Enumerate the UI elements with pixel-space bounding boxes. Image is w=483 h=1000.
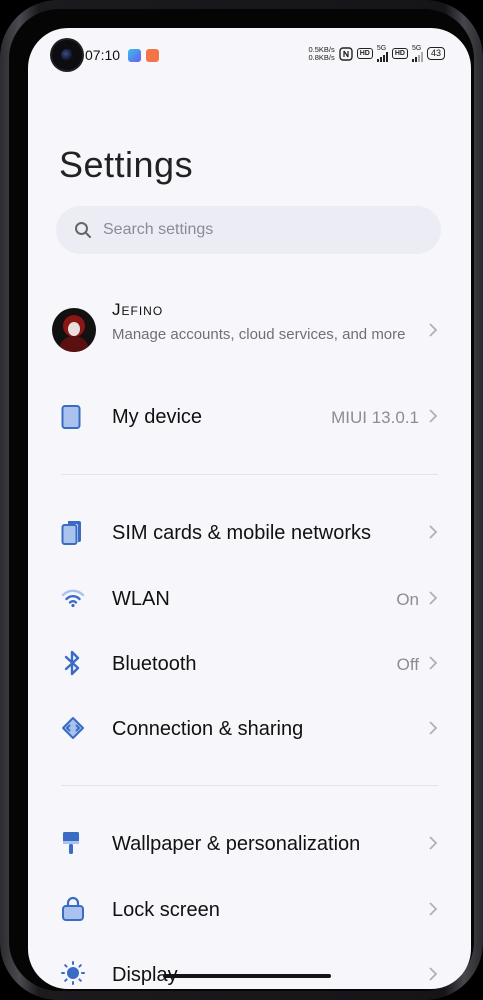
my-device-version: MIUI 13.0.1: [331, 408, 419, 427]
battery-icon: 43: [426, 47, 445, 60]
network-type: 5G: [376, 45, 387, 52]
account-name: Jefino: [112, 300, 164, 319]
network-type: 5G: [411, 45, 422, 52]
wlan-label: WLAN: [112, 588, 170, 610]
network-speed: 0.5KB/s 0.8KB/s: [308, 45, 335, 62]
search-bar[interactable]: Search settings: [56, 206, 441, 254]
settings-screen: 07:10 0.5KB/s 0.8KB/s HD 5G HD 5G 43 Set…: [28, 28, 471, 989]
account-description: Manage accounts, cloud services, and mor…: [112, 326, 406, 343]
page-title: Settings: [59, 144, 194, 185]
search-placeholder: Search settings: [103, 221, 214, 238]
bluetooth-row[interactable]: Bluetooth Off: [28, 641, 471, 685]
bluetooth-icon: [64, 650, 80, 676]
lock-icon: [62, 896, 84, 921]
wlan-status: On: [396, 590, 419, 609]
account-row[interactable]: Jefino Manage accounts, cloud services, …: [28, 290, 471, 368]
status-time: 07:10: [85, 47, 121, 63]
chevron-right-icon: [429, 525, 438, 539]
connection-icon: [62, 717, 84, 739]
wallpaper-row[interactable]: Wallpaper & personalization: [28, 821, 471, 865]
chevron-right-icon: [429, 591, 438, 605]
chevron-right-icon: [429, 656, 438, 670]
lock-screen-row[interactable]: Lock screen: [28, 887, 471, 931]
nfc-icon: [339, 46, 353, 61]
phone-bezel: 07:10 0.5KB/s 0.8KB/s HD 5G HD 5G 43 Set…: [9, 9, 474, 991]
wlan-row[interactable]: WLAN On: [28, 576, 471, 620]
phone-frame: 07:10 0.5KB/s 0.8KB/s HD 5G HD 5G 43 Set…: [0, 0, 483, 1000]
net-download-speed: 0.8KB/s: [308, 52, 335, 62]
chevron-right-icon: [429, 902, 438, 916]
bluetooth-status: Off: [396, 655, 419, 674]
connection-sharing-label: Connection & sharing: [112, 718, 304, 740]
chevron-right-icon: [429, 967, 438, 981]
section-divider: [61, 474, 438, 475]
hd-voice-icon: HD: [391, 48, 408, 59]
display-row[interactable]: Display: [28, 952, 471, 989]
section-divider: [61, 785, 438, 786]
my-device-row[interactable]: My device MIUI 13.0.1: [28, 394, 471, 438]
home-indicator[interactable]: [163, 974, 331, 978]
lock-screen-label: Lock screen: [112, 899, 220, 921]
phone-icon: [61, 405, 81, 429]
app-notification-icon: [146, 49, 159, 62]
hd-voice-icon: HD: [356, 48, 373, 59]
chevron-right-icon: [429, 323, 438, 337]
chevron-right-icon: [429, 836, 438, 850]
signal-icon: 5G: [376, 45, 388, 62]
search-icon: [75, 222, 91, 238]
front-camera: [52, 40, 82, 70]
brightness-icon: [61, 961, 85, 985]
sim-cards-label: SIM cards & mobile networks: [112, 522, 371, 544]
status-icons: 0.5KB/s 0.8KB/s HD 5G HD 5G 43: [308, 45, 445, 62]
app-notification-icon: [128, 49, 141, 62]
chevron-right-icon: [429, 721, 438, 735]
brush-icon: [63, 832, 79, 854]
signal-icon: 5G: [411, 45, 423, 62]
wifi-icon: [61, 589, 85, 608]
sim-card-icon: [61, 521, 81, 545]
sim-cards-row[interactable]: SIM cards & mobile networks: [28, 510, 471, 554]
connection-sharing-row[interactable]: Connection & sharing: [28, 706, 471, 750]
chevron-right-icon: [429, 409, 438, 423]
avatar: [52, 308, 96, 352]
wallpaper-label: Wallpaper & personalization: [112, 833, 361, 855]
bluetooth-label: Bluetooth: [112, 653, 197, 675]
my-device-label: My device: [112, 406, 203, 428]
